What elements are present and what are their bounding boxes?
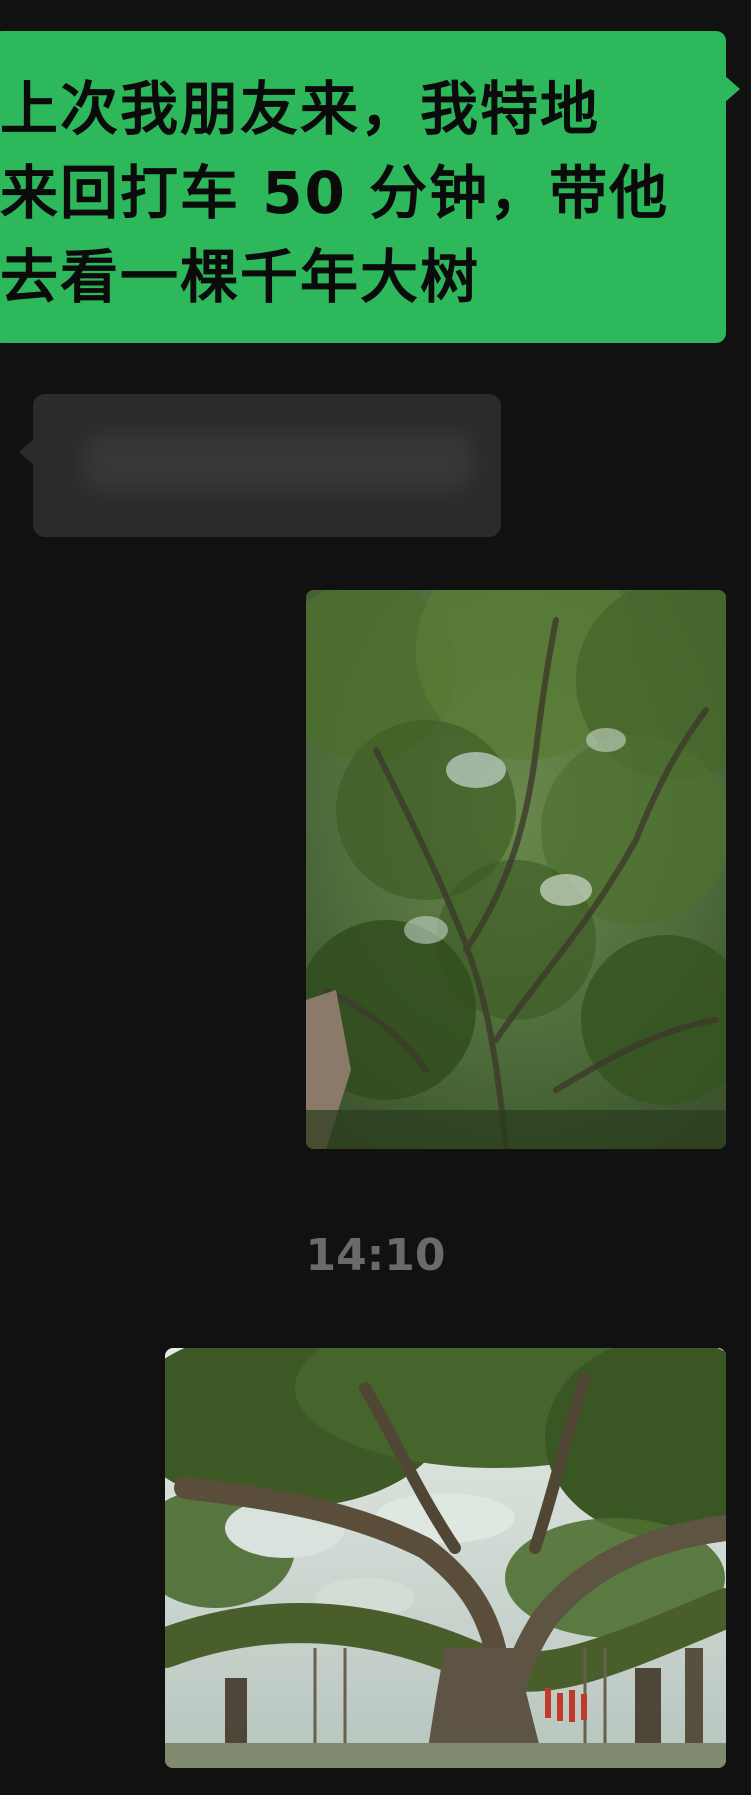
outgoing-message-bubble[interactable]: 上次我朋友来，我特地 来回打车 50 分钟，带他 去看一棵千年大树 <box>0 31 740 343</box>
image-message-banyan-tree[interactable] <box>165 1348 726 1768</box>
tree-canopy-photo-icon <box>306 590 726 1149</box>
giant-banyan-tree-photo-icon <box>165 1348 726 1768</box>
message-line-1: 上次我朋友来，我特地 <box>0 75 601 143</box>
message-timestamp: 14:10 <box>305 1230 446 1281</box>
message-line-3: 去看一棵千年大树 <box>0 243 481 311</box>
incoming-message-bubble-blurred[interactable] <box>19 394 501 537</box>
blurred-text <box>83 432 473 492</box>
chat-thread: 上次我朋友来，我特地 来回打车 50 分钟，带他 去看一棵千年大树 14:10 <box>0 0 751 1795</box>
image-message-tree-canopy[interactable] <box>306 590 726 1149</box>
message-line-2: 来回打车 50 分钟，带他 <box>0 159 670 227</box>
